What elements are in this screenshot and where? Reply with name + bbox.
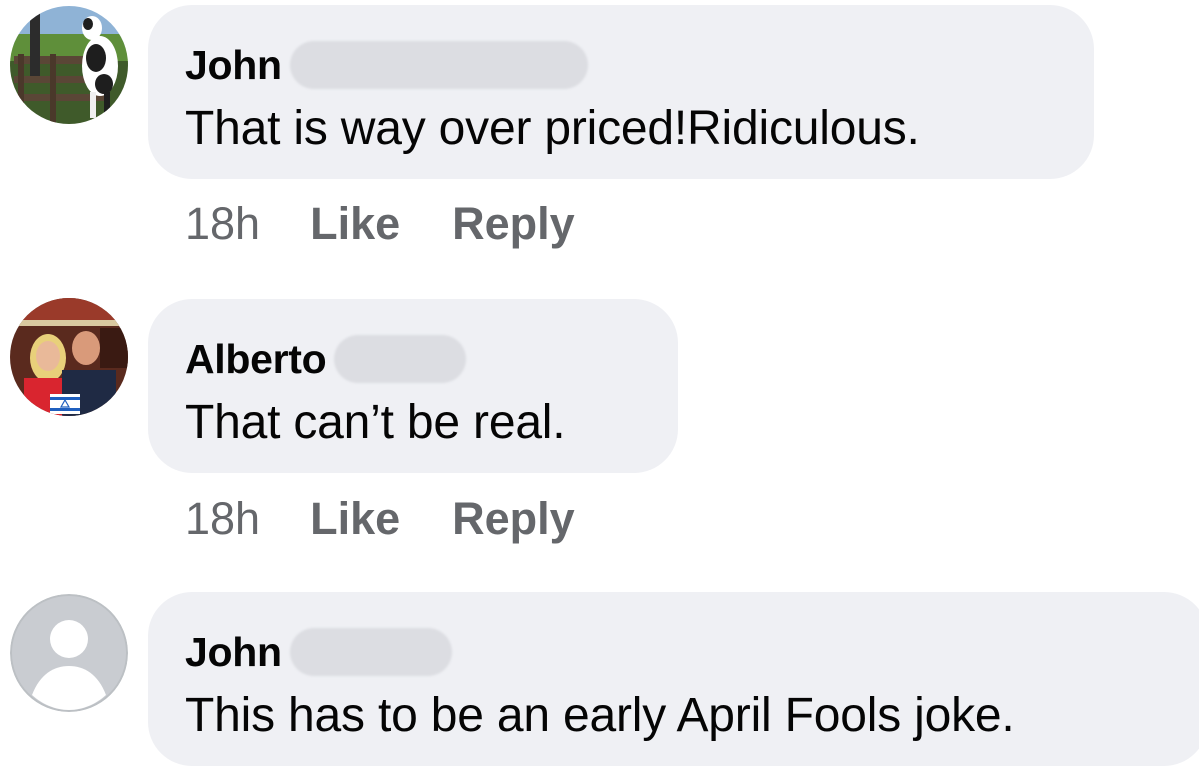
dog-photo-icon [10,6,128,124]
redacted-surname [334,335,467,383]
author-name[interactable]: Alberto [185,335,327,383]
author-row: Alberto [185,335,467,383]
comment-item: John That is way over priced!Ridiculous.… [0,0,1199,290]
comment-text: This has to be an early April Fools joke… [185,689,1015,742]
comment-item: John This has to be an early April Fools… [0,580,1199,769]
default-user-icon [10,594,128,712]
comment-thread: John That is way over priced!Ridiculous.… [0,0,1199,769]
comment-text: That is way over priced!Ridiculous. [185,102,920,155]
couple-photo-icon [10,298,128,416]
comment-actions: 18h Like Reply [185,493,627,545]
comment-timestamp[interactable]: 18h [185,493,260,545]
comment-bubble: Alberto That can’t be real. [148,299,678,473]
comment-actions: 18h Like Reply [185,198,627,250]
reply-button[interactable]: Reply [452,493,575,545]
couple-photo-avatar[interactable] [10,298,128,416]
redacted-surname [289,41,588,89]
comment-bubble: John That is way over priced!Ridiculous. [148,5,1094,179]
dog-photo-avatar[interactable] [10,6,128,124]
comment-bubble: John This has to be an early April Fools… [148,592,1199,766]
comment-text: That can’t be real. [185,396,566,449]
author-row: John [185,41,588,89]
redacted-surname [289,628,452,676]
like-button[interactable]: Like [310,198,400,250]
author-name[interactable]: John [185,41,282,89]
author-row: John [185,628,452,676]
like-button[interactable]: Like [310,493,400,545]
comment-timestamp[interactable]: 18h [185,198,260,250]
comment-item: Alberto That can’t be real. 18h Like Rep… [0,290,1199,580]
reply-button[interactable]: Reply [452,198,575,250]
author-name[interactable]: John [185,628,282,676]
default-user-avatar[interactable] [10,594,128,712]
